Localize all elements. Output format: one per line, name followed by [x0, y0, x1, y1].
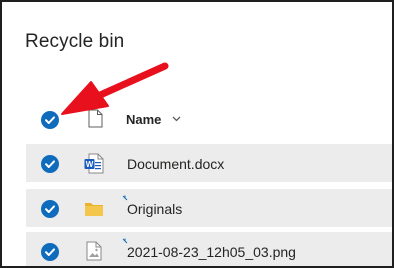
checkmark-icon [45, 116, 55, 124]
row-checkbox[interactable] [41, 243, 59, 261]
checkmark-icon [45, 160, 55, 168]
svg-text:W: W [86, 160, 94, 169]
file-name[interactable]: Document.docx [127, 156, 224, 172]
checkmark-icon [45, 248, 55, 256]
select-all-checkbox[interactable] [41, 111, 59, 129]
list-item[interactable]: 2021-08-23_12h05_03.png [26, 231, 392, 266]
list-item[interactable]: W Document.docx [26, 143, 392, 182]
file-name[interactable]: 2021-08-23_12h05_03.png [127, 244, 296, 260]
file-type-icon [88, 109, 103, 128]
word-document-icon: W [84, 153, 104, 174]
page-title: Recycle bin [25, 31, 125, 52]
row-checkbox[interactable] [41, 155, 59, 173]
list-item[interactable]: Originals [26, 188, 392, 227]
folder-icon [85, 203, 103, 216]
checkmark-icon [45, 205, 55, 213]
chevron-down-icon[interactable] [172, 116, 181, 122]
list-header: Name [2, 98, 392, 140]
image-file-icon [86, 241, 102, 261]
name-column-header[interactable]: Name [126, 112, 161, 127]
row-checkbox[interactable] [41, 200, 59, 218]
recycle-bin-window: Recycle bin Name W Document.docx Origina… [0, 0, 394, 268]
file-name[interactable]: Originals [127, 201, 182, 217]
